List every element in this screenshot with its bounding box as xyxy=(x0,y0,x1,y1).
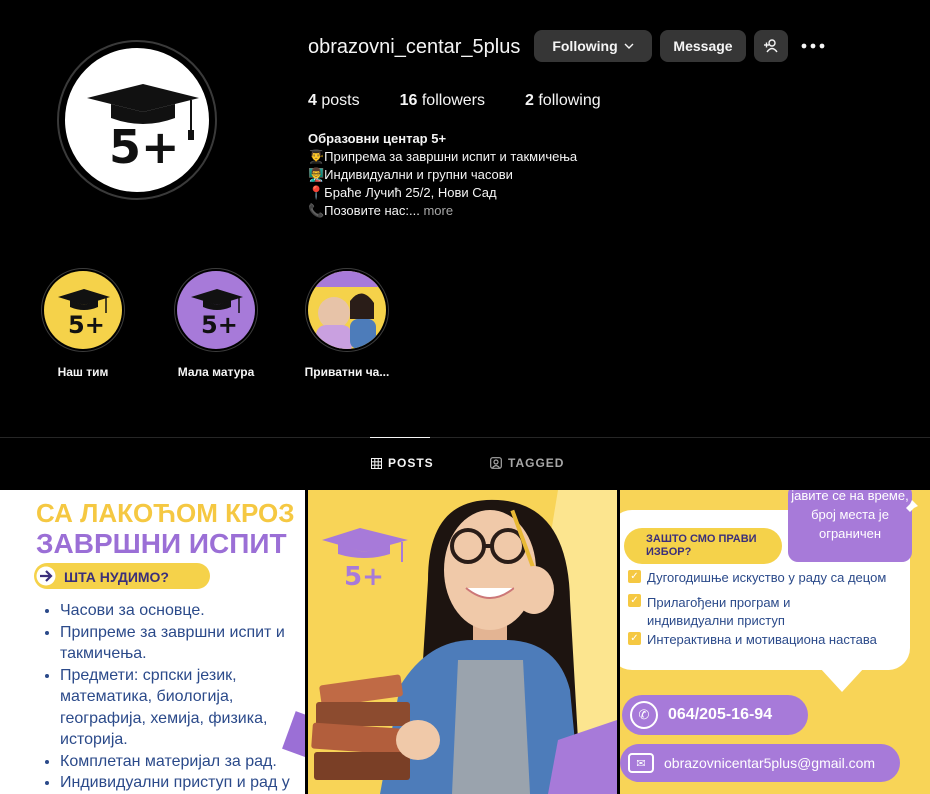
list-item: Припреме за завршни испит и такмичења. xyxy=(60,622,300,665)
email-pill: ✉ obrazovnicentar5plus@gmail.com xyxy=(620,744,900,782)
highlight-nas-tim[interactable]: 5+ Наш тим xyxy=(28,268,138,379)
highlight-ring xyxy=(305,268,389,352)
posts-stat: 4 posts xyxy=(308,92,360,110)
bio-line: 👨‍🎓Припрема за завршни испит и такмичења xyxy=(308,149,578,164)
pin-icon xyxy=(902,500,918,516)
email-address: obrazovnicentar5plus@gmail.com xyxy=(664,755,876,771)
benefit-item: ✓ Интерактивна и мотивациона настава xyxy=(628,632,877,647)
offer-list: Часови за основце. Припреме за завршни и… xyxy=(46,600,300,794)
highlight-label: Приватни ча... xyxy=(304,365,390,379)
highlight-label: Наш тим xyxy=(57,365,109,379)
add-user-button[interactable] xyxy=(754,30,788,62)
phone-number: 064/205-16-94 xyxy=(668,706,773,723)
logo-5plus: 5+ xyxy=(62,45,212,195)
checkbox-icon: ✓ xyxy=(628,570,641,583)
more-horizontal-icon xyxy=(801,43,825,49)
active-tab-indicator xyxy=(370,437,430,438)
followers-count: 16 xyxy=(399,92,418,109)
bio-line: 📞Позовите нас:... xyxy=(308,203,420,218)
following-button[interactable]: Following xyxy=(534,30,652,62)
followers-stat[interactable]: 16 followers xyxy=(400,92,485,110)
profile-stats: 4 posts 16 followers 2 following xyxy=(308,92,641,110)
svg-text:5+: 5+ xyxy=(201,311,238,339)
graduation-cap-icon: 5+ xyxy=(191,289,243,339)
post-logo-text: 5+ xyxy=(344,562,384,592)
post-tile-why-us[interactable]: јавите се на време, број места је ограни… xyxy=(620,490,930,794)
profile-bio: Образовни центар 5+ 👨‍🎓Припрема за заврш… xyxy=(308,130,577,220)
highlight-ring: 5+ xyxy=(174,268,258,352)
highlight-mala-matura[interactable]: 5+ Мала матура xyxy=(161,268,271,379)
bio-more-link[interactable]: more xyxy=(420,203,453,218)
benefit-text: Дугогодишње искуство у раду са децом xyxy=(647,570,887,585)
tab-posts-label: POSTS xyxy=(388,456,434,470)
list-item: Индивидуални приступ и рад у xyxy=(60,772,300,794)
highlight-privatni-casovi[interactable]: Приватни ча... xyxy=(292,268,402,379)
mail-icon: ✉ xyxy=(628,753,654,773)
posts-count: 4 xyxy=(308,92,317,109)
bio-line: 📍Браће Лучић 25/2, Нови Сад xyxy=(308,185,497,200)
post-pill-label: ШТА НУДИМО? xyxy=(64,569,169,585)
limited-spots-note: јавите се на време, број места је ограни… xyxy=(788,490,912,562)
post-tile-offer[interactable]: СА ЛАКОЋОМ КРОЗ ЗАВРШНИ ИСПИТ ШТА НУДИМО… xyxy=(0,490,305,794)
benefit-text: Прилагођени програм и индивидуални прист… xyxy=(647,595,791,628)
bubble-tail xyxy=(820,668,864,692)
following-button-label: Following xyxy=(552,38,618,54)
post-title: СА ЛАКОЋОМ КРОЗ xyxy=(36,498,295,528)
message-button[interactable]: Message xyxy=(660,30,746,62)
followers-stat-label: followers xyxy=(421,92,485,109)
list-item: Часови за основце. xyxy=(60,600,300,622)
student-photo-image xyxy=(308,271,386,349)
message-button-label: Message xyxy=(673,38,733,54)
benefit-text: Интерактивна и мотивациона настава xyxy=(647,632,877,647)
highlight-ring: 5+ xyxy=(41,268,125,352)
svg-text:5+: 5+ xyxy=(68,311,105,339)
posts-stat-label: posts xyxy=(321,92,360,109)
grid-icon xyxy=(371,457,382,469)
profile-username: obrazovni_centar_5plus xyxy=(308,36,521,58)
more-options-button[interactable] xyxy=(798,32,828,60)
following-stat-label: following xyxy=(538,92,601,109)
checkbox-icon: ✓ xyxy=(628,632,641,645)
list-item: Комплетан материјал за рад. xyxy=(60,751,300,773)
tab-posts[interactable]: POSTS xyxy=(371,456,434,470)
arrow-right-icon xyxy=(36,566,56,586)
benefit-item: ✓ Прилагођени програм и индивидуални при… xyxy=(628,594,817,630)
following-count: 2 xyxy=(525,92,534,109)
tab-tagged-label: TAGGED xyxy=(508,456,565,470)
tagged-user-icon xyxy=(490,457,502,469)
tabs-divider xyxy=(0,437,930,438)
phone-icon: ✆ xyxy=(630,701,658,729)
logo-text: 5+ xyxy=(109,120,180,174)
highlight-cover: 5+ xyxy=(177,271,255,349)
phone-pill: ✆ 064/205-16-94 xyxy=(622,695,808,735)
benefit-item: ✓ Дугогодишње искуство у раду са децом xyxy=(628,570,886,585)
student-photo-image xyxy=(311,490,617,794)
graduation-cap-icon: 5+ xyxy=(58,289,110,339)
bio-line: 👨‍🏫Индивидуални и групни часови xyxy=(308,167,513,182)
following-stat[interactable]: 2 following xyxy=(525,92,601,110)
chevron-down-icon xyxy=(624,43,634,49)
profile-avatar[interactable]: 5+ xyxy=(57,40,217,200)
post-subtitle: ЗАВРШНИ ИСПИТ xyxy=(36,528,287,559)
checkbox-icon: ✓ xyxy=(628,594,641,607)
add-user-icon xyxy=(764,39,778,53)
list-item: Предмети: српски језик, математика, биол… xyxy=(60,665,290,751)
bio-line-last: 📞Позовите нас:... more xyxy=(308,202,577,220)
why-us-pill: ЗАШТО СМО ПРАВИ ИЗБОР? xyxy=(624,528,782,564)
bio-name: Образовни центар 5+ xyxy=(308,131,447,146)
highlight-label: Мала матура xyxy=(177,365,255,379)
post-tile-student[interactable]: 5+ xyxy=(308,490,617,794)
highlight-cover-photo xyxy=(308,271,386,349)
tab-tagged[interactable]: TAGGED xyxy=(490,456,564,470)
highlight-cover: 5+ xyxy=(44,271,122,349)
